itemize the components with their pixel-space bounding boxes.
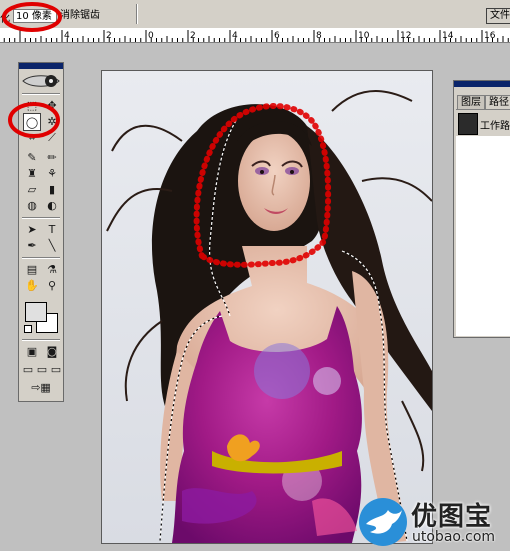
feather-label: 化 [0,14,10,25]
crop-tool-icon[interactable]: ⌗ [23,129,41,147]
panel-tabs: 图层 路径 [457,95,510,109]
screen-mode-menu-icon[interactable]: ▭ [35,361,49,379]
quick-mask-icon[interactable]: ◙ [43,343,61,361]
foreground-color-swatch[interactable] [25,302,47,322]
standard-mode-icon[interactable]: ▣ [23,343,41,361]
zoom-tool-icon[interactable]: ⚲ [43,277,61,295]
jump-to-imageready-icon[interactable]: ⇨▦ [23,379,59,397]
tools-palette: ⬚ ✥ ◯ ✲ ⌗ ⟋ ✎ ✏ ♜ ⚘ ▱ ▮ ◍ ◐ ➤ T ✒ ╲ ▤ ⚗ … [18,62,64,402]
ruler-label: 16 [484,31,496,41]
ruler-label: 2 [106,31,112,41]
ruler-label: 6 [274,31,280,41]
dodge-tool-icon[interactable]: ◐ [43,197,61,215]
ruler-label: 4 [64,31,70,41]
path-thumbnail [458,113,478,135]
ruler-label: 8 [316,31,322,41]
anti-alias-checkbox[interactable]: 消除锯齿 [60,9,100,23]
toolbox-divider [22,339,60,341]
slice-tool-icon[interactable]: ⟋ [43,129,61,147]
ruler-label: 14 [442,31,454,41]
tab-layers[interactable]: 图层 [457,95,485,109]
anti-alias-label: 消除锯齿 [60,10,100,21]
work-path-label: 工作路径 [480,121,510,132]
screen-mode-full-icon[interactable]: ▭ [49,361,63,379]
work-path-item[interactable]: 工作路径 [456,110,510,136]
pen-tool-icon[interactable]: ✒ [23,237,41,255]
feather-input[interactable]: 10 像素 [13,9,57,23]
toolbox-title-bar[interactable] [19,63,63,69]
options-divider [136,4,138,24]
ruler-label: 10 [358,31,370,41]
ruler-ticks: 4 2 0 2 4 6 8 10 12 14 16 [3,30,509,42]
toolbox-divider [22,257,60,259]
ruler-label: 12 [400,31,411,41]
options-bar: 化 10 像素 消除锯齿 文件 [0,0,510,29]
photo-woman [102,71,432,543]
watermark-url: utobao.com [412,529,496,545]
tab-paths[interactable]: 路径 [485,95,510,109]
ruler-label: 0 [148,31,154,41]
line-tool-icon[interactable]: ╲ [43,237,61,255]
blur-tool-icon[interactable]: ◍ [23,197,41,215]
toolbox-divider [22,93,60,95]
file-browser-button[interactable]: 文件 [486,8,510,24]
panel-title-bar[interactable] [454,81,510,87]
default-colors-icon[interactable] [24,325,32,333]
ruler-label: 4 [232,31,238,41]
horizontal-ruler: 4 2 0 2 4 6 8 10 12 14 16 [0,28,510,43]
photoshop-eye-icon[interactable] [21,72,61,90]
paths-list: 工作路径 [456,109,510,336]
layers-paths-panel: 图层路径 工作路径 [453,80,510,338]
hand-tool-icon[interactable]: ✋ [23,277,41,295]
ruler-label: 2 [190,31,196,41]
watermark-bird-logo [359,498,407,546]
document-canvas[interactable] [101,70,433,544]
watermark-chinese: 优图宝 [411,502,493,532]
screen-mode-standard-icon[interactable]: ▭ [21,361,35,379]
toolbox-divider [22,217,60,219]
